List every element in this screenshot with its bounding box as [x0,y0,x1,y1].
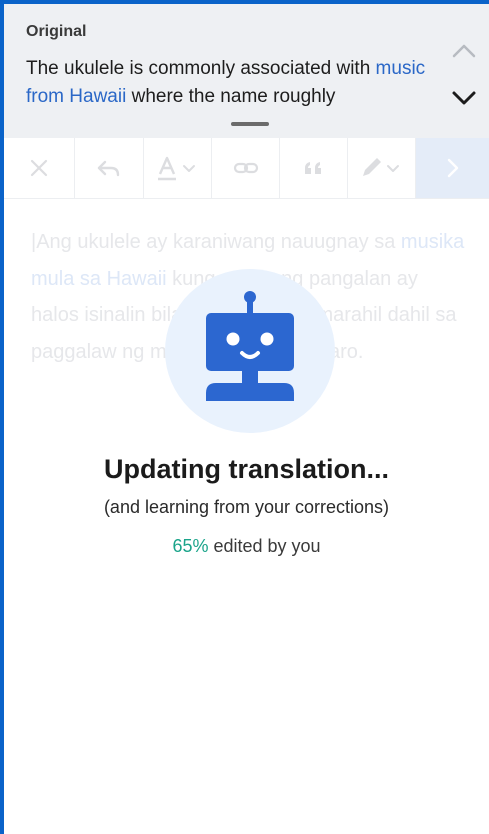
edited-percentage-label: edited by you [208,536,321,556]
original-text-start: The ukulele is commonly associated with [26,58,376,79]
edited-percentage: 65% edited by you [4,536,489,557]
drag-handle[interactable] [231,122,269,126]
chevron-down-icon[interactable] [450,88,478,108]
undo-icon [97,160,120,177]
next-button[interactable] [416,138,489,198]
editor-toolbar [4,138,489,199]
translation-text-start: |Ang ukulele ay karaniwang nauugnay sa [31,231,401,253]
close-button[interactable] [4,138,75,198]
link-button[interactable] [212,138,280,198]
pen-icon [362,158,399,176]
next-icon [447,158,458,178]
original-panel: Original The ukulele is commonly associa… [4,4,489,138]
original-label: Original [26,23,87,40]
text-format-icon [157,156,195,181]
close-icon [30,159,48,177]
quote-icon [304,162,321,174]
original-text: The ukulele is commonly associated with … [26,55,426,111]
undo-button[interactable] [75,138,144,198]
quote-button[interactable] [280,138,348,198]
robot-icon [206,291,294,401]
link-icon [233,162,258,174]
original-text-end: where the name roughly [126,86,336,107]
chevron-up-icon[interactable] [450,40,478,60]
pen-button[interactable] [348,138,416,198]
text-format-button[interactable] [144,138,212,198]
updating-title: Updating translation... [103,454,389,484]
updating-subtitle: (and learning from your corrections) [103,497,390,517]
translation-editor-panel: Original The ukulele is commonly associa… [4,4,489,834]
edited-percentage-value: 65% [172,536,209,556]
